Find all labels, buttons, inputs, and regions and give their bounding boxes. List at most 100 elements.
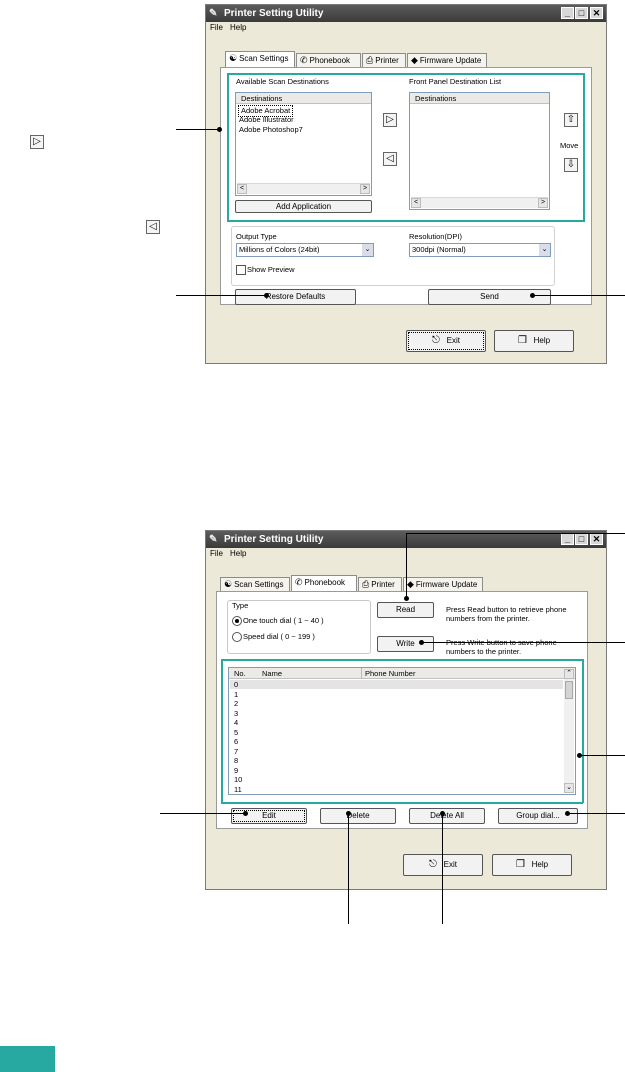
minimize-button[interactable]: _ [561,533,574,545]
maximize-button[interactable]: □ [575,7,588,19]
scroll-left-icon[interactable]: < [411,198,421,208]
help-book-icon: ❒ [517,335,527,346]
scan-icon: ☯ [229,53,238,63]
help-button[interactable]: ❒ Help [492,854,572,876]
write-description-2: numbers to the printer. [446,647,522,656]
tab-phonebook[interactable]: ✆ Phonebook [291,575,357,591]
horizontal-scrollbar[interactable]: < > [237,183,370,194]
phonebook-icon: ✆ [295,577,303,587]
exit-icon: ⎋ [432,335,440,346]
write-button[interactable]: Write [377,636,434,652]
tab-firmware-update[interactable]: ◆ Firmware Update [403,577,483,591]
help-book-icon: ❒ [515,859,525,870]
printer-icon: ⎙ [366,55,374,65]
delete-button[interactable]: Delete [320,808,396,824]
table-row[interactable]: 3 [234,709,238,719]
move-label: Move [560,141,579,150]
scroll-up-icon[interactable]: ⌃ [564,669,574,679]
menu-help[interactable]: Help [230,549,246,558]
move-up-button[interactable]: ⇧ [564,113,578,127]
menu-file[interactable]: File [210,23,223,32]
front-panel-destination-list[interactable]: Destinations < > [409,92,550,210]
delete-all-button[interactable]: Delete All [409,808,485,824]
edit-button[interactable]: Edit [231,808,307,824]
move-down-button[interactable]: ⇩ [564,158,578,172]
resolution-label: Resolution(DPI) [409,232,462,241]
firmware-icon: ◆ [411,55,418,65]
exit-icon: ⎋ [429,859,437,870]
table-row[interactable]: 4 [234,718,238,728]
tab-printer[interactable]: ⎙ Printer [362,53,406,67]
menu-file[interactable]: File [210,549,223,558]
list-item[interactable]: Adobe Illustrator [239,115,294,125]
read-button[interactable]: Read [377,602,434,618]
table-header: No. Name Phone Number [229,668,575,679]
exit-button[interactable]: ⎋ Exit [403,854,483,876]
tab-phonebook[interactable]: ✆ Phonebook [296,53,361,67]
table-row[interactable]: 9 [234,766,238,776]
scan-settings-window: ✎ Printer Setting Utility _ □ ✕ File Hel… [205,4,607,364]
show-preview-label: Show Preview [247,265,295,274]
tab-panel: Available Scan Destinations Front Panel … [220,67,592,305]
resolution-select[interactable]: 300dpi (Normal) ⌄ [409,243,551,257]
phonebook-icon: ✆ [300,55,308,65]
maximize-button[interactable]: □ [575,533,588,545]
tab-printer[interactable]: ⎙ Printer [358,577,402,591]
close-button[interactable]: ✕ [590,7,603,19]
tab-scan-settings[interactable]: ☯ Scan Settings [225,51,295,67]
table-row[interactable]: 8 [234,756,238,766]
window-title: Printer Setting Utility [224,534,324,545]
help-button[interactable]: ❒ Help [494,330,574,352]
list-item[interactable]: Adobe Photoshop7 [239,125,303,135]
col-name: Name [262,669,283,678]
chevron-down-icon[interactable]: ⌄ [362,244,373,256]
close-button[interactable]: ✕ [590,533,603,545]
type-label: Type [232,601,249,610]
scroll-right-icon[interactable]: > [538,198,548,208]
table-row[interactable]: 7 [234,747,238,757]
read-description-2: numbers from the printer. [446,614,530,623]
scroll-down-icon[interactable]: ⌄ [564,783,574,793]
add-destination-button[interactable]: ▷ [383,113,397,127]
scroll-thumb[interactable] [565,681,573,699]
scroll-left-icon[interactable]: < [237,184,247,194]
table-row[interactable]: 2 [234,699,238,709]
horizontal-scrollbar[interactable]: < > [411,197,548,208]
output-type-select[interactable]: Millions of Colors (24bit) ⌄ [236,243,374,257]
scan-icon: ☯ [224,579,233,589]
type-group [227,600,371,654]
page-marker [0,1046,55,1072]
printer-icon: ⎙ [362,579,370,589]
col-no: No. [234,669,246,678]
front-panel-list-label: Front Panel Destination List [409,77,502,86]
table-row[interactable]: 0 [234,680,238,690]
restore-defaults-button[interactable]: Restore Defaults [235,289,356,305]
tab-scan-settings[interactable]: ☯ Scan Settings [220,577,290,591]
one-touch-label: One touch dial ( 1 ~ 40 ) [243,616,324,625]
menu-bar: File Help [206,22,606,34]
exit-button[interactable]: ⎋ Exit [406,330,486,352]
firmware-icon: ◆ [407,579,414,589]
table-row[interactable]: 5 [234,728,238,738]
vertical-scrollbar[interactable]: ⌃ ⌄ [564,669,574,793]
menu-help[interactable]: Help [230,23,246,32]
remove-destination-button[interactable]: ◁ [383,152,397,166]
phonebook-table[interactable]: No. Name Phone Number 0 1 2 3 4 5 6 7 8 … [228,667,576,795]
table-row[interactable]: 11 [234,785,242,793]
add-application-button[interactable]: Add Application [235,200,372,213]
table-row[interactable]: 1 [234,690,238,700]
minimize-button[interactable]: _ [561,7,574,19]
tab-panel: Type One touch dial ( 1 ~ 40 ) Speed dia… [216,591,588,829]
available-destinations-list[interactable]: Destinations Adobe Acrobat Adobe Illustr… [235,92,372,196]
chevron-down-icon[interactable]: ⌄ [539,244,550,256]
title-bar: ✎ Printer Setting Utility _ □ ✕ [206,5,606,22]
table-row[interactable]: 10 [234,775,242,785]
table-row[interactable]: 6 [234,737,238,747]
tab-firmware-update[interactable]: ◆ Firmware Update [407,53,487,67]
one-touch-radio[interactable] [232,616,242,626]
scroll-right-icon[interactable]: > [360,184,370,194]
available-destinations-label: Available Scan Destinations [236,77,329,86]
output-type-label: Output Type [236,232,277,241]
show-preview-checkbox[interactable] [236,265,246,275]
speed-dial-radio[interactable] [232,632,242,642]
